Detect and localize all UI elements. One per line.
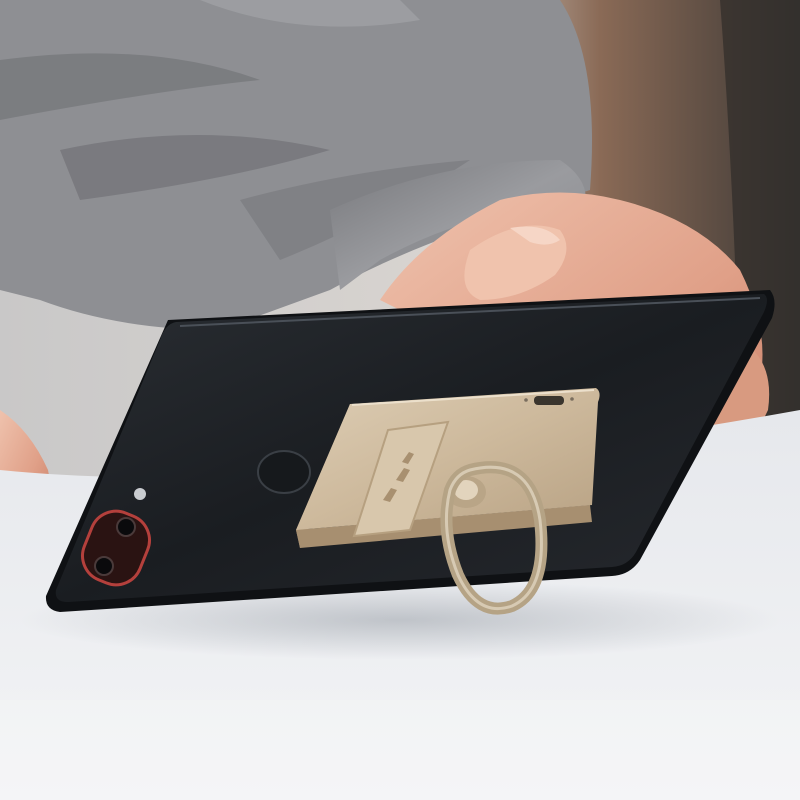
- product-photo: [0, 0, 800, 800]
- indicator-dot: [570, 397, 574, 401]
- indicator-dot: [524, 398, 528, 402]
- flash-icon: [134, 488, 146, 500]
- camera-lens-icon: [94, 556, 114, 576]
- usb-port-icon: [534, 396, 564, 405]
- fingerprint-sensor: [257, 450, 311, 494]
- table-light: [0, 700, 800, 800]
- camera-lens-icon: [116, 517, 136, 537]
- photo-canvas: [0, 0, 800, 800]
